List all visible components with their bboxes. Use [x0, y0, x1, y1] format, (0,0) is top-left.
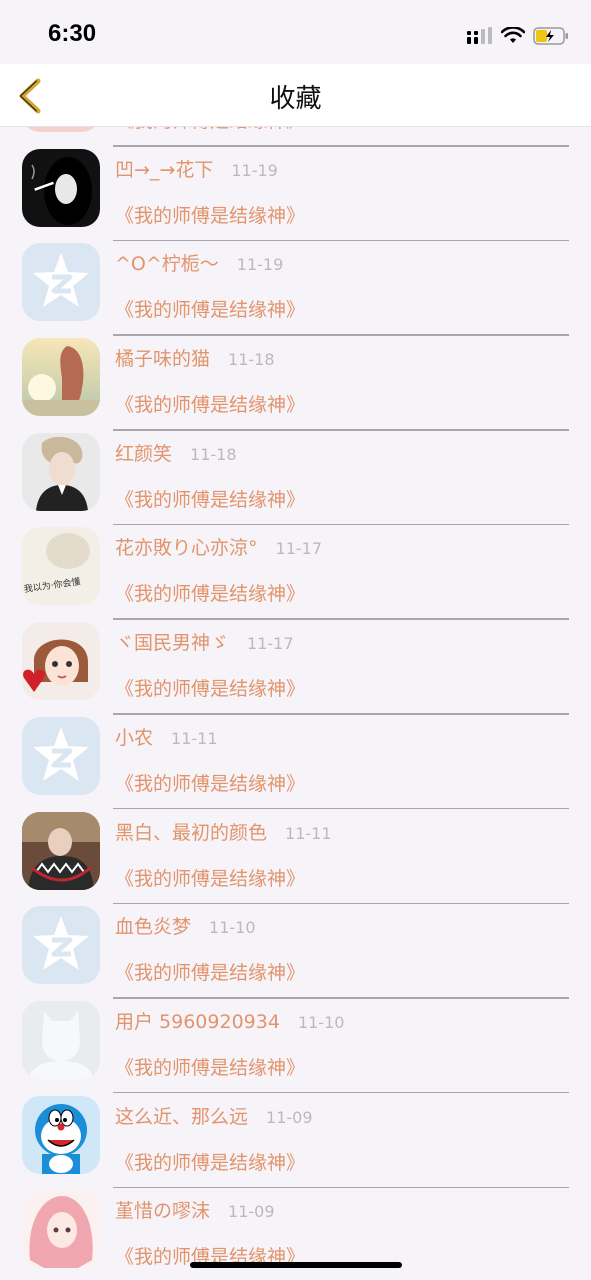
wifi-icon [501, 27, 525, 43]
book-title-link[interactable]: 《我的师傅是结缘神》 [115, 579, 305, 606]
user-name-text: 橘子味的猫 [115, 348, 211, 371]
user-avatar[interactable] [22, 811, 100, 890]
user-avatar[interactable] [22, 127, 100, 132]
favorite-row[interactable]: 堇惜の嘐沫 11-09 《我的师傅是结缘神》 [0, 1178, 591, 1273]
favorite-date: 11-19 [236, 255, 284, 275]
user-avatar[interactable] [22, 622, 100, 701]
favorite-date: 11-10 [209, 918, 256, 938]
user-name-text: ヾ国民男神ゞ [115, 632, 230, 655]
status-time: 6:30 [48, 20, 97, 47]
user-avatar[interactable] [22, 1095, 100, 1174]
book-title-link[interactable]: 《我的师傅是结缘神》 [115, 485, 305, 512]
book-title-link[interactable]: 《我的师傅是结缘神》 [115, 674, 305, 701]
user-name[interactable]: 橘子味的猫 11-18 [115, 344, 275, 371]
user-name-text: 红颜笑 [115, 442, 173, 465]
favorite-row[interactable]: 用户 5960920934 11-10 《我的师傅是结缘神》 [0, 989, 591, 1094]
book-title-link[interactable]: 《我的师傅是结缘神》 [115, 769, 305, 796]
battery-charging-icon [533, 27, 568, 45]
user-name[interactable]: 这么近、那么远 11-09 [115, 1102, 313, 1129]
favorites-list[interactable]: 《我的师傅是结缘神》凹→_→花下11-19《我的师傅是结缘神》^O^柠栀～11-… [0, 127, 591, 1280]
navigation-bar: 收藏 [0, 64, 591, 127]
favorite-date: 11-18 [228, 350, 275, 370]
favorite-date: 11-10 [297, 1012, 345, 1032]
favorite-row[interactable]: 黑白、最初的颜色 11-11 《我的师傅是结缘神》 [0, 800, 591, 904]
user-name[interactable]: 小农 11-11 [115, 723, 218, 750]
user-name[interactable]: ^O^柠栀～ 11-19 [115, 249, 283, 276]
user-name-text: 小农 [115, 726, 154, 749]
page-title: 收藏 [269, 84, 322, 114]
favorite-row[interactable]: 小农 11-11 《我的师傅是结缘神》 [0, 705, 591, 810]
user-avatar[interactable]: 我以为·你会懂 [22, 527, 100, 606]
user-avatar[interactable] [22, 243, 100, 322]
favorite-date: 11-09 [228, 1202, 275, 1222]
favorite-row[interactable]: ヾ国民男神ゞ 11-17 《我的师傅是结缘神》 [0, 610, 591, 715]
home-indicator[interactable] [190, 1262, 402, 1268]
user-name[interactable]: 堇惜の嘐沫 11-09 [115, 1196, 275, 1223]
user-avatar[interactable] [22, 906, 100, 985]
status-icons [467, 24, 569, 48]
favorite-row[interactable]: 血色炎梦 11-10 《我的师傅是结缘神》 [0, 894, 591, 999]
favorite-date: 11-11 [171, 728, 218, 748]
user-name[interactable]: 黑白、最初的颜色 11-11 [115, 818, 332, 845]
status-bar: 6:30 [0, 0, 591, 64]
book-title-link[interactable]: 《我的师傅是结缘神》 [115, 1148, 305, 1175]
user-name-text: 凹→_→花下 [115, 158, 214, 181]
user-name[interactable]: 红颜笑 11-18 [115, 439, 237, 466]
favorite-date: 11-09 [266, 1107, 313, 1127]
user-name[interactable]: 花亦敗り心亦涼° 11-17 [115, 533, 322, 560]
book-title-link[interactable]: 《我的师傅是结缘神》 [115, 295, 305, 322]
book-title-link[interactable]: 《我的师傅是结缘神》 [115, 958, 305, 985]
favorite-date: 11-11 [285, 823, 332, 843]
user-name[interactable]: ヾ国民男神ゞ 11-17 [115, 628, 294, 655]
user-avatar[interactable] [22, 338, 100, 417]
favorite-row[interactable]: 红颜笑 11-18 《我的师傅是结缘神》 [0, 421, 591, 526]
cellular-signal-icon [467, 27, 492, 44]
user-name-text: 堇惜の嘐沫 [115, 1200, 211, 1223]
favorite-date: 11-17 [275, 539, 323, 559]
user-name-text: 用户 5960920934 [115, 1010, 280, 1033]
book-title-link[interactable]: 《我的师傅是结缘神》 [115, 390, 305, 417]
favorite-date: 11-18 [190, 444, 237, 464]
book-title-link[interactable]: 《我的师傅是结缘神》 [115, 1053, 305, 1080]
user-name[interactable]: 凹→_→花下 11-19 [115, 155, 278, 182]
favorite-row[interactable]: 这么近、那么远 11-09 《我的师傅是结缘神》 [0, 1084, 591, 1189]
favorite-row[interactable]: 我以为·你会懂 花亦敗り心亦涼° 11-17 《我的师傅是结缘神》 [0, 515, 591, 620]
favorite-date: 11-19 [231, 160, 278, 180]
user-name-text: 血色炎梦 [115, 916, 192, 939]
favorite-row[interactable]: 《我的师傅是结缘神》 [0, 127, 591, 147]
favorite-date: 11-17 [247, 634, 294, 654]
user-name-text: 黑白、最初的颜色 [115, 821, 268, 844]
user-avatar[interactable] [22, 1190, 100, 1269]
favorite-row[interactable]: 橘子味的猫 11-18 《我的师傅是结缘神》 [0, 326, 591, 431]
user-avatar[interactable] [22, 716, 100, 795]
user-avatar[interactable] [22, 1000, 100, 1079]
favorite-row[interactable]: 凹→_→花下 11-19 《我的师傅是结缘神》 [0, 137, 591, 242]
user-avatar[interactable] [22, 148, 100, 227]
user-name-text: ^O^柠栀～ [115, 253, 219, 276]
user-name[interactable]: 血色炎梦 11-10 [115, 912, 256, 939]
book-title-link[interactable]: 《我的师傅是结缘神》 [115, 201, 305, 228]
user-avatar[interactable] [22, 432, 100, 511]
book-title-link[interactable]: 《我的师傅是结缘神》 [115, 127, 305, 133]
user-name-text: 花亦敗り心亦涼° [115, 537, 258, 560]
user-name[interactable]: 用户 5960920934 11-10 [115, 1007, 344, 1034]
book-title-link[interactable]: 《我的师傅是结缘神》 [115, 864, 305, 891]
favorite-row[interactable]: ^O^柠栀～ 11-19 《我的师傅是结缘神》 [0, 231, 591, 336]
user-name-text: 这么近、那么远 [115, 1105, 249, 1128]
